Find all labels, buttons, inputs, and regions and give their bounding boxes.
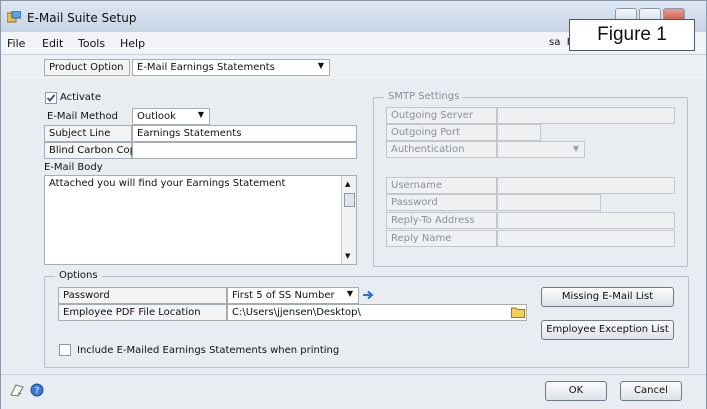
outgoing-server-input[interactable] xyxy=(497,107,675,124)
bcc-label: Blind Carbon Copy xyxy=(44,142,142,159)
email-body-textarea[interactable]: Attached you will find your Earnings Sta… xyxy=(44,175,357,265)
status-bar: ? OK Cancel xyxy=(1,374,706,409)
svg-text:?: ? xyxy=(35,387,40,397)
pdf-location-input[interactable]: C:\Users\jjensen\Desktop\ xyxy=(227,304,527,321)
outgoing-server-label: Outgoing Server xyxy=(386,107,497,124)
folder-icon[interactable] xyxy=(511,306,525,318)
menu-edit[interactable]: Edit xyxy=(42,37,63,50)
menu-file[interactable]: File xyxy=(7,37,25,50)
chevron-down-icon: ▼ xyxy=(317,61,324,70)
authentication-label: Authentication xyxy=(386,141,497,158)
chevron-down-icon: ▼ xyxy=(346,289,353,298)
window-title: E-Mail Suite Setup xyxy=(27,11,137,25)
subject-line-input[interactable]: Earnings Statements xyxy=(132,125,357,142)
email-body-label: E-Mail Body xyxy=(44,162,103,173)
missing-email-list-button[interactable]: Missing E-Mail List xyxy=(541,287,674,307)
reply-name-input[interactable] xyxy=(497,230,675,247)
reply-to-label: Reply-To Address xyxy=(386,212,497,229)
subject-line-label: Subject Line xyxy=(44,125,132,142)
activate-label: Activate xyxy=(60,92,101,103)
reply-to-input[interactable] xyxy=(497,212,675,229)
product-option-select[interactable]: E-Mail Earnings Statements ▼ xyxy=(132,59,330,76)
product-option-label: Product Option xyxy=(44,59,130,76)
checkmark-icon xyxy=(46,94,56,102)
menu-help[interactable]: Help xyxy=(120,37,145,50)
scroll-thumb[interactable] xyxy=(344,193,355,207)
ok-button[interactable]: OK xyxy=(545,381,607,401)
chevron-down-icon: ▼ xyxy=(197,110,204,119)
options-password-select[interactable]: First 5 of SS Number ▼ xyxy=(227,287,359,304)
smtp-password-label: Password xyxy=(386,194,497,211)
menu-tools[interactable]: Tools xyxy=(78,37,105,50)
outgoing-port-input[interactable] xyxy=(497,124,541,141)
cancel-button[interactable]: Cancel xyxy=(620,381,682,401)
email-method-select[interactable]: Outlook ▼ xyxy=(132,108,210,125)
smtp-password-input[interactable] xyxy=(497,194,601,211)
product-option-row: Product Option E-Mail Earnings Statement… xyxy=(1,55,706,79)
body-scrollbar[interactable]: ▲ ▼ xyxy=(341,176,356,264)
scroll-down-icon: ▼ xyxy=(345,252,351,260)
reply-name-label: Reply Name xyxy=(386,230,497,247)
smtp-settings-title: SMTP Settings xyxy=(384,91,464,102)
authentication-select[interactable]: ▼ xyxy=(497,141,585,158)
options-password-label: Password xyxy=(58,287,227,304)
app-icon xyxy=(7,11,21,23)
setup-window: E-Mail Suite Setup File Edit Tools Help … xyxy=(0,0,707,409)
chevron-down-icon: ▼ xyxy=(572,144,579,153)
pdf-location-label: Employee PDF File Location xyxy=(58,304,227,321)
username-label: Username xyxy=(386,177,497,194)
figure-label: Figure 1 xyxy=(569,19,695,51)
activate-checkbox[interactable] xyxy=(45,92,57,104)
employee-exception-list-button[interactable]: Employee Exception List xyxy=(541,320,674,340)
arrow-right-icon[interactable] xyxy=(362,289,374,301)
note-icon[interactable] xyxy=(9,383,25,397)
bcc-input[interactable] xyxy=(132,142,357,159)
include-printing-checkbox[interactable] xyxy=(59,344,71,356)
outgoing-port-label: Outgoing Port xyxy=(386,124,497,141)
help-icon[interactable]: ? xyxy=(30,383,44,397)
include-printing-label: Include E-Mailed Earnings Statements whe… xyxy=(77,345,340,356)
username-input[interactable] xyxy=(497,177,675,194)
scroll-up-icon: ▲ xyxy=(345,180,351,188)
email-method-label: E-Mail Method xyxy=(47,111,118,122)
options-title: Options xyxy=(55,270,102,281)
